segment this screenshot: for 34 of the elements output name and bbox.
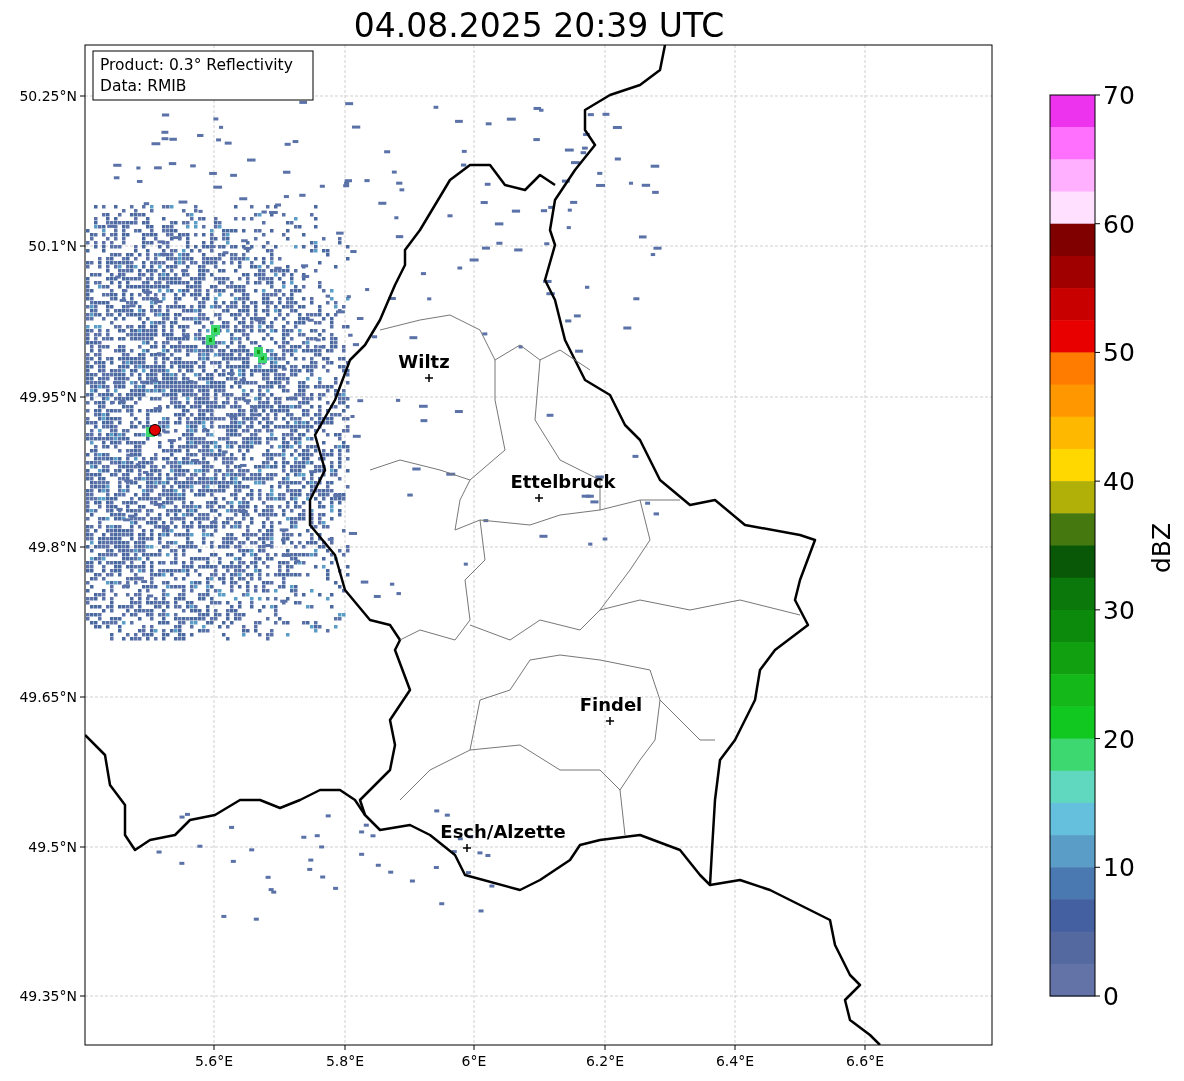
city-label: Esch/Alzette bbox=[440, 821, 566, 842]
y-tick-label: 50.25°N bbox=[19, 88, 77, 104]
x-tick-label: 5.6°E bbox=[194, 1053, 234, 1069]
y-tick-label: 49.95°N bbox=[19, 389, 77, 405]
colorbar-tick-label: 70 bbox=[1103, 81, 1135, 110]
y-tick-label: 49.5°N bbox=[28, 839, 77, 855]
city-marker-icon bbox=[462, 843, 472, 853]
colorbar-tick-label: 60 bbox=[1103, 209, 1135, 239]
colorbar-tick-label: 40 bbox=[1103, 467, 1135, 497]
city-marker-icon bbox=[534, 493, 544, 503]
colorbar-tick-label: 0 bbox=[1103, 982, 1119, 1011]
city-label: Ettelbruck bbox=[510, 471, 616, 492]
x-tick-label: 5.8°E bbox=[325, 1053, 365, 1069]
city-marker-icon bbox=[424, 373, 434, 383]
chart-title: 04.08.2025 20:39 UTC bbox=[353, 6, 725, 45]
colorbar-tick-label: 20 bbox=[1103, 724, 1135, 754]
x-tick-label: 6.2°E bbox=[585, 1053, 625, 1069]
x-tick-label: 6.4°E bbox=[715, 1053, 755, 1069]
y-tick-label: 49.35°N bbox=[19, 988, 77, 1004]
x-tick-label: 6.6°E bbox=[845, 1053, 885, 1069]
colorbar-tick-label: 50 bbox=[1103, 338, 1135, 368]
info-text: Product: 0.3° Reflectivity bbox=[100, 56, 293, 74]
colorbar-label: dBZ bbox=[1147, 522, 1176, 574]
radar-site-icon bbox=[149, 424, 161, 436]
colorbar-tick-label: 30 bbox=[1103, 595, 1135, 625]
city-label: Wiltz bbox=[398, 351, 450, 372]
info-text: Data: RMIB bbox=[100, 77, 187, 95]
y-tick-label: 49.65°N bbox=[19, 689, 77, 705]
y-tick-label: 49.8°N bbox=[28, 539, 77, 555]
city-marker-icon bbox=[605, 716, 615, 726]
x-tick-label: 6°E bbox=[461, 1053, 487, 1069]
colorbar-tick-label: 10 bbox=[1103, 853, 1135, 883]
y-tick-label: 50.1°N bbox=[28, 238, 77, 254]
city-label: Findel bbox=[579, 694, 643, 715]
